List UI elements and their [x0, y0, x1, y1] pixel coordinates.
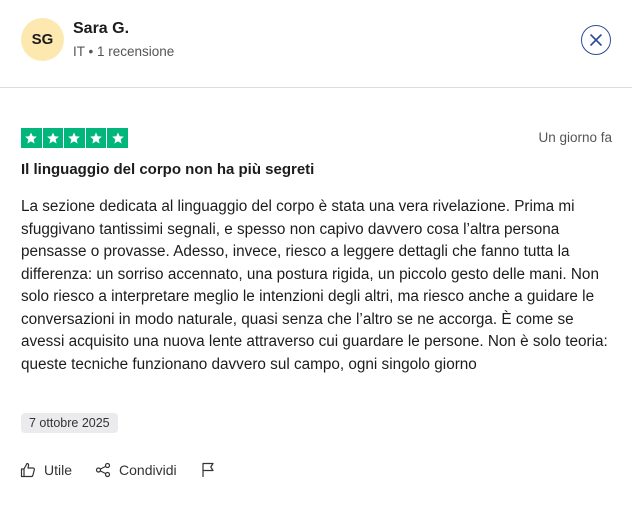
report-button[interactable]: [200, 462, 224, 478]
experience-date-badge: 7 ottobre 2025: [21, 413, 118, 433]
reviewer-header: SG Sara G. IT • 1 recensione: [0, 0, 632, 88]
useful-button[interactable]: Utile: [20, 462, 72, 478]
useful-label: Utile: [44, 462, 73, 478]
close-icon: [590, 34, 602, 46]
review-title: Il linguaggio del corpo non ha più segre…: [21, 161, 315, 178]
review-actions: Utile Condividi: [20, 462, 247, 478]
star-icon: [85, 128, 107, 148]
reviewer-name[interactable]: Sara G.: [73, 20, 129, 38]
review-body: La sezione dedicata al linguaggio del co…: [21, 198, 608, 373]
share-button[interactable]: Condividi: [95, 462, 177, 478]
share-label: Condividi: [119, 462, 177, 478]
review-relative-date: Un giorno fa: [538, 130, 612, 145]
avatar: SG: [21, 18, 64, 61]
star-icon: [42, 128, 64, 148]
reviewer-meta: IT • 1 recensione: [73, 44, 175, 59]
flag-icon: [202, 462, 214, 477]
star-icon: [21, 128, 42, 148]
thumbs-up-icon: [20, 462, 35, 478]
star-icon: [107, 128, 128, 148]
star-icon: [64, 128, 85, 148]
close-button[interactable]: [581, 25, 611, 55]
share-icon: [95, 462, 111, 478]
star-rating: [21, 128, 128, 148]
